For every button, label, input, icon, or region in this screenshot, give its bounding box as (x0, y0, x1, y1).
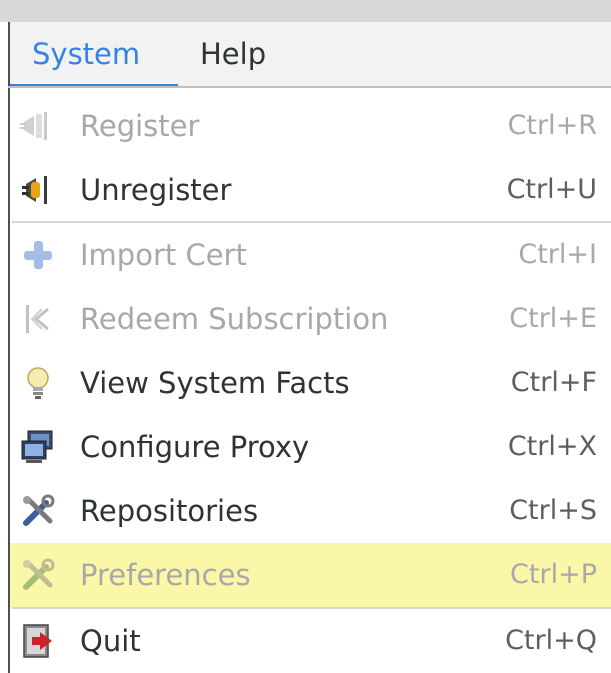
import-cert-label: Import Cert (80, 238, 247, 272)
view-system-facts-shortcut: Ctrl+F (510, 367, 597, 398)
register-shortcut: Ctrl+R (507, 110, 597, 141)
redeem-icon (26, 305, 49, 333)
configure-proxy-label: Configure Proxy (80, 430, 310, 464)
unregister-shortcut: Ctrl+U (506, 174, 597, 205)
exit-icon (23, 624, 52, 658)
preferences-label: Preferences (80, 558, 251, 592)
view-system-facts-label: View System Facts (80, 366, 350, 400)
redeem-subscription-shortcut: Ctrl+E (509, 303, 597, 334)
tools-icon (23, 494, 55, 526)
menu-help[interactable]: Help (200, 22, 266, 88)
register-label: Register (80, 109, 200, 143)
system-menu-dropdown: Register Ctrl+R Unregister Ctrl+U Import… (8, 88, 611, 673)
redeem-subscription-label: Redeem Subscription (80, 302, 389, 336)
menubar: System Help (8, 22, 611, 88)
menu-item-unregister[interactable]: Unregister Ctrl+U (10, 158, 611, 222)
menu-item-quit[interactable]: Quit Ctrl+Q (10, 609, 611, 673)
register-icon (20, 112, 47, 140)
configure-proxy-shortcut: Ctrl+X (507, 431, 597, 462)
repositories-label: Repositories (80, 494, 259, 528)
menu-item-preferences[interactable]: Preferences Ctrl+P (10, 543, 611, 607)
menu-item-import-cert[interactable]: Import Cert Ctrl+I (10, 223, 611, 287)
quit-shortcut: Ctrl+Q (505, 625, 597, 656)
menu-item-register[interactable]: Register Ctrl+R (10, 94, 611, 158)
repositories-shortcut: Ctrl+S (509, 495, 597, 526)
preferences-shortcut: Ctrl+P (510, 559, 597, 590)
menu-item-redeem-subscription[interactable]: Redeem Subscription Ctrl+E (10, 287, 611, 351)
monitor-network-icon (21, 430, 53, 463)
menu-system[interactable]: System (32, 22, 178, 88)
plus-icon (24, 241, 52, 269)
import-cert-shortcut: Ctrl+I (518, 239, 597, 270)
menu-item-view-system-facts[interactable]: View System Facts Ctrl+F (10, 351, 611, 415)
unregister-icon (22, 176, 47, 204)
menu-item-repositories[interactable]: Repositories Ctrl+S (10, 479, 611, 543)
tools-icon (23, 558, 55, 590)
lightbulb-icon (27, 367, 49, 399)
menu-help-label: Help (200, 37, 267, 71)
quit-label: Quit (80, 624, 141, 658)
menu-system-label: System (32, 37, 141, 71)
menu-item-configure-proxy[interactable]: Configure Proxy Ctrl+X (10, 415, 611, 479)
window-top-edge (0, 0, 611, 22)
unregister-label: Unregister (80, 173, 232, 207)
